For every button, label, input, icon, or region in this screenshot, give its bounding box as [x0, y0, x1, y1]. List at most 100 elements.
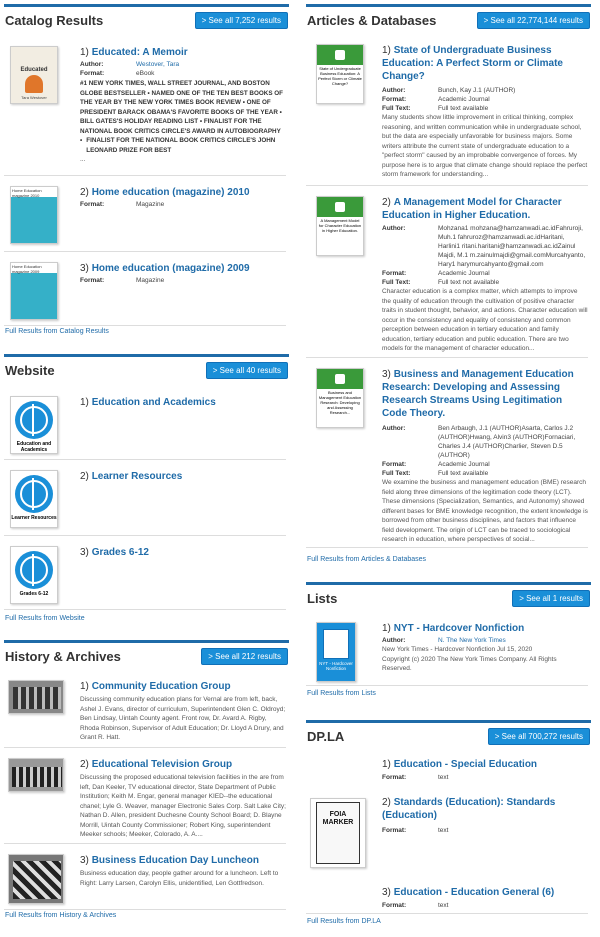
- format-value: Magazine: [136, 277, 165, 284]
- author-value: Ben Arbaugh, J.1 (AUTHOR)Asarta, Carlos …: [438, 425, 576, 459]
- item-title-link[interactable]: NYT - Hardcover Nonfiction: [394, 623, 525, 634]
- photo-people-icon: [13, 687, 61, 709]
- full-results-link[interactable]: Full Results from Lists: [307, 690, 376, 697]
- field-label: Author:: [382, 425, 406, 432]
- author-link[interactable]: N. The New York Times: [438, 636, 506, 645]
- item-description: New York Times - Hardcover Nonfiction Ju…: [382, 646, 533, 653]
- see-all-button[interactable]: > See all 212 results: [201, 648, 288, 665]
- archive-photo[interactable]: [8, 758, 64, 792]
- thumbnail-caption: State of Undergraduate Business Educatio…: [318, 66, 362, 86]
- item-title-link[interactable]: State of Undergraduate Business Educatio…: [382, 45, 563, 82]
- item-title-link[interactable]: Educated: A Memoir: [92, 47, 188, 58]
- item-title-link[interactable]: Learner Resources: [92, 471, 183, 482]
- photo-people-icon: [13, 861, 61, 899]
- item-title: 2) Home education (magazine) 2010: [80, 186, 286, 199]
- item-number: 1): [80, 397, 89, 408]
- list-item: Education and Academics 1) Education and…: [4, 390, 286, 460]
- list-thumbnail[interactable]: NYT - Hardcover Nonfiction: [316, 622, 356, 682]
- see-all-button[interactable]: > See all 1 results: [512, 590, 590, 607]
- list-item: Home Education magazine 2010 2) Home edu…: [4, 180, 286, 252]
- magazine-cover[interactable]: Home Education magazine 2009: [10, 262, 58, 320]
- section-title: DP.LA: [307, 729, 345, 744]
- book-cover[interactable]: Educated Tara Westover: [10, 46, 58, 104]
- item-fields: Format: text: [382, 826, 588, 835]
- field-label: Format:: [382, 270, 407, 277]
- field-label: Format:: [80, 201, 105, 208]
- see-all-button[interactable]: > See all 22,774,144 results: [476, 12, 590, 29]
- magazine-cover[interactable]: Home Education magazine 2010: [10, 186, 58, 244]
- item-title-link[interactable]: Business and Management Education Resear…: [382, 369, 574, 419]
- format-value: Magazine: [136, 201, 165, 208]
- full-results-link[interactable]: Full Results from DP.LA: [307, 918, 381, 925]
- dpla-thumbnail[interactable]: FOIA MARKER: [310, 798, 366, 868]
- see-all-button[interactable]: > See all 700,272 results: [487, 728, 590, 745]
- graduation-cap-icon: [335, 374, 345, 384]
- article-thumbnail[interactable]: Business and Management Education Resear…: [316, 368, 364, 428]
- section-title: Articles & Databases: [307, 13, 437, 28]
- full-results-link[interactable]: Full Results from Catalog Results: [5, 328, 109, 335]
- item-title-link[interactable]: Education and Academics: [92, 397, 216, 408]
- catalog-header: Catalog Results > See all 7,252 results: [4, 4, 289, 34]
- full-results-link[interactable]: Full Results from History & Archives: [5, 912, 116, 919]
- list-item: 1) Education - Special Education Format:…: [306, 754, 588, 786]
- article-thumbnail[interactable]: A Management Model for Character Educati…: [316, 196, 364, 256]
- format-value: text: [438, 827, 449, 834]
- fulltext-value: Full text not available: [438, 279, 500, 286]
- full-results-link[interactable]: Full Results from Website: [5, 615, 85, 622]
- item-title-link[interactable]: Home education (magazine) 2009: [92, 263, 250, 274]
- section-title: Website: [5, 363, 55, 378]
- document-icon: FOIA MARKER: [316, 802, 360, 864]
- list-item: Business and Management Education Resear…: [306, 362, 588, 548]
- field-label: Full Text:: [382, 105, 411, 112]
- globe-icon: [15, 475, 53, 513]
- item-number: 2): [80, 759, 89, 770]
- cover-author: Tara Westover: [21, 95, 47, 100]
- archive-photo[interactable]: [8, 680, 64, 714]
- ellipsis: ...: [80, 156, 86, 163]
- catalog-section: Catalog Results > See all 7,252 results …: [4, 4, 289, 340]
- item-title-link[interactable]: Education - Special Education: [394, 759, 537, 770]
- item-fields: Author: Ben Arbaugh, J.1 (AUTHOR)Asarta, …: [382, 424, 588, 545]
- item-number: 2): [80, 187, 89, 198]
- pencil-icon: [25, 75, 43, 93]
- thumbnail-caption: Grades 6-12: [19, 591, 49, 597]
- list-item: Educated Tara Westover 1) Educated: A Me…: [4, 40, 286, 176]
- item-title-link[interactable]: Grades 6-12: [92, 547, 149, 558]
- item-fields: Format: Magazine: [80, 200, 286, 209]
- item-title-link[interactable]: Educational Television Group: [92, 759, 232, 770]
- website-section: Website > See all 40 results Education a…: [4, 354, 289, 624]
- archive-photo[interactable]: [8, 854, 64, 904]
- item-number: 1): [382, 623, 391, 634]
- item-copyright: Copyright (c) 2020 The New York Times Co…: [382, 655, 557, 673]
- document-icon: A Management Model for Character Educati…: [317, 197, 363, 255]
- item-description: Character education is a complex matter,…: [382, 288, 588, 352]
- format-value: Academic Journal: [438, 270, 490, 277]
- see-all-button[interactable]: > See all 7,252 results: [194, 12, 288, 29]
- item-title: 2) Standards (Education): Standards (Edu…: [382, 796, 588, 822]
- photo-people-icon: [12, 767, 62, 787]
- website-thumbnail[interactable]: Education and Academics: [10, 396, 58, 454]
- item-title-link[interactable]: A Management Model for Character Educati…: [382, 197, 562, 221]
- item-fields: Format: Magazine: [80, 276, 286, 285]
- thumbnail-caption: Business and Management Education Resear…: [318, 390, 362, 415]
- author-link[interactable]: Westover, Tara: [136, 60, 179, 69]
- full-results-link[interactable]: Full Results from Articles & Databases: [307, 556, 426, 563]
- item-title-link[interactable]: Community Education Group: [92, 681, 231, 692]
- item-title-link[interactable]: Education - Education General (6): [394, 887, 555, 898]
- list-item: Grades 6-12 3) Grades 6-12: [4, 540, 286, 610]
- dpla-header: DP.LA > See all 700,272 results: [306, 720, 591, 750]
- format-value: Academic Journal: [438, 96, 490, 103]
- website-thumbnail[interactable]: Grades 6-12: [10, 546, 58, 604]
- item-title-link[interactable]: Business Education Day Luncheon: [92, 855, 259, 866]
- section-title: History & Archives: [5, 649, 121, 664]
- article-thumbnail[interactable]: State of Undergraduate Business Educatio…: [316, 44, 364, 104]
- dpla-section: DP.LA > See all 700,272 results 1) Educa…: [306, 720, 591, 934]
- item-title-link[interactable]: Home education (magazine) 2010: [92, 187, 250, 198]
- item-title-link[interactable]: Standards (Education): Standards (Educat…: [382, 797, 555, 821]
- website-thumbnail[interactable]: Learner Resources: [10, 470, 58, 528]
- field-label: Format:: [382, 902, 407, 909]
- item-description: We examine the business and management e…: [382, 479, 588, 543]
- fulltext-value: Full text available: [438, 470, 489, 477]
- see-all-button[interactable]: > See all 40 results: [205, 362, 288, 379]
- item-title: 1) Education - Special Education: [382, 758, 588, 771]
